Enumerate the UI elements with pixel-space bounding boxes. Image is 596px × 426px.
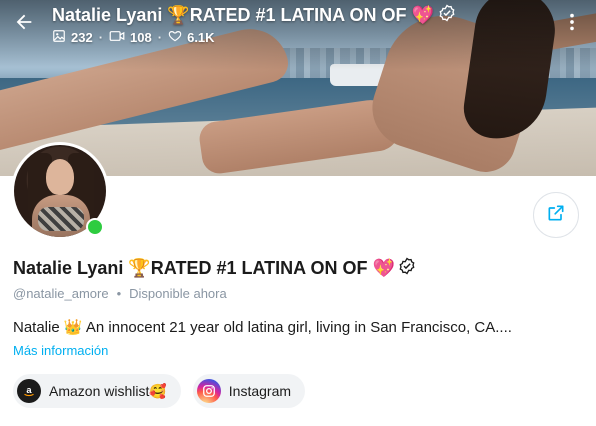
social-links: a Amazon wishlist🥰 Instagram [13, 374, 306, 408]
availability-status: Disponible ahora [129, 285, 227, 301]
heart-icon [168, 29, 182, 46]
cover-title: Natalie Lyani 🏆RATED #1 LATINA ON OF 💖 [52, 3, 456, 27]
amazon-wishlist-link[interactable]: a Amazon wishlist🥰 [13, 374, 181, 408]
videos-count: 108 [109, 29, 152, 46]
back-button[interactable] [6, 6, 42, 42]
amazon-icon: a [17, 379, 41, 403]
share-icon [546, 203, 566, 228]
cover-stats: 232 · 108 · 6.1K [52, 28, 215, 46]
instagram-label: Instagram [228, 383, 292, 399]
profile-page: Natalie Lyani 🏆RATED #1 LATINA ON OF 💖 2… [0, 0, 596, 426]
profile-name: Natalie Lyani 🏆RATED #1 LATINA ON OF 💖 [13, 256, 416, 280]
more-vertical-icon [561, 11, 583, 38]
handle-row: @natalie_amore • Disponible ahora [13, 284, 227, 302]
stats-separator: · [98, 29, 104, 45]
verified-icon [398, 257, 416, 280]
cover-title-text: Natalie Lyani 🏆RATED #1 LATINA ON OF 💖 [52, 4, 434, 25]
more-info-link[interactable]: Más información [13, 343, 108, 361]
profile-bio: Natalie 👑 An innocent 21 year old latina… [13, 319, 512, 336]
likes-count: 6.1K [168, 29, 215, 46]
instagram-icon [196, 379, 221, 403]
handle-separator: • [116, 285, 122, 301]
image-icon [52, 29, 66, 46]
profile-name-text: Natalie Lyani 🏆RATED #1 LATINA ON OF 💖 [13, 257, 395, 278]
share-button[interactable] [533, 192, 579, 238]
arrow-left-icon [13, 11, 35, 38]
amazon-wishlist-label: Amazon wishlist🥰 [49, 382, 167, 399]
more-options-button[interactable] [554, 6, 590, 42]
stats-separator: · [157, 29, 163, 45]
verified-icon [438, 4, 456, 27]
svg-text:a: a [26, 385, 32, 395]
video-icon [109, 29, 125, 46]
username-handle: @natalie_amore [13, 285, 109, 301]
photos-count: 232 [52, 29, 93, 46]
online-status-dot [86, 218, 104, 236]
instagram-link[interactable]: Instagram [192, 374, 306, 408]
